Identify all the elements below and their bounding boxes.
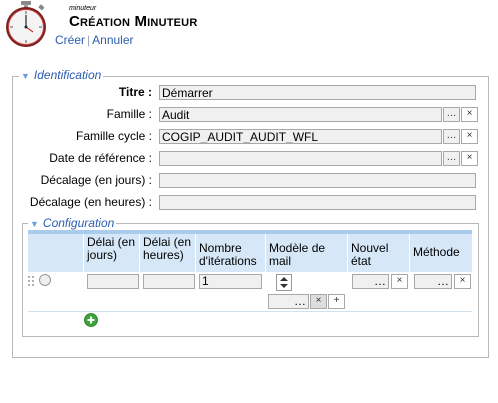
- date-reference-input[interactable]: [159, 151, 442, 166]
- page-subtitle: minuteur: [69, 5, 97, 12]
- column-header-methode: Méthode: [410, 234, 472, 272]
- delai-jours-input[interactable]: [87, 274, 139, 289]
- delai-heures-input[interactable]: [143, 274, 195, 289]
- famille-cycle-clear-button[interactable]: ×: [461, 129, 478, 144]
- nouvel-etat-browse[interactable]: …: [352, 274, 389, 289]
- stepper-up-icon: [280, 277, 288, 281]
- nouvel-etat-clear-button[interactable]: ×: [391, 274, 408, 289]
- collapse-triangle-icon: ▼: [21, 71, 30, 81]
- configuration-legend[interactable]: ▼ Configuration: [28, 216, 117, 230]
- column-header-nb-iterations: Nombre d'itérations: [196, 234, 266, 272]
- date-reference-label: Date de référence :: [49, 151, 152, 165]
- column-header-handle: [28, 234, 84, 272]
- identification-legend[interactable]: ▼ Identification: [19, 68, 104, 82]
- nb-iterations-input[interactable]: 1: [199, 274, 262, 289]
- date-reference-clear-button[interactable]: ×: [461, 151, 478, 166]
- modele-mail-add-button[interactable]: +: [328, 294, 345, 309]
- methode-browse[interactable]: …: [414, 274, 452, 289]
- famille-clear-button[interactable]: ×: [461, 107, 478, 122]
- famille-input[interactable]: Audit: [159, 107, 442, 122]
- add-row-icon[interactable]: [84, 313, 98, 327]
- collapse-triangle-icon: ▼: [30, 219, 39, 229]
- row-separator: [28, 311, 472, 312]
- create-link[interactable]: Créer: [55, 33, 85, 47]
- titre-input[interactable]: Démarrer: [159, 85, 476, 100]
- stepper-down-icon: [280, 284, 288, 288]
- decalage-heures-label: Décalage (en heures) :: [29, 195, 152, 209]
- date-reference-browse-button[interactable]: …: [443, 151, 460, 166]
- modele-mail-browse[interactable]: …: [268, 294, 309, 309]
- famille-cycle-input[interactable]: COGIP_AUDIT_AUDIT_WFL: [159, 129, 442, 144]
- famille-cycle-browse-button[interactable]: …: [443, 129, 460, 144]
- column-header-delai-heures: Délai (en heures): [140, 234, 196, 272]
- famille-cycle-label: Famille cycle :: [75, 129, 152, 143]
- titre-label: Titre :: [118, 85, 152, 99]
- column-header-nouvel-etat: Nouvel état: [348, 234, 410, 272]
- config-table-header: Délai (en jours) Délai (en heures) Nombr…: [28, 230, 472, 272]
- decalage-jours-label: Décalage (en jours) :: [40, 173, 152, 187]
- cancel-link[interactable]: Annuler: [92, 33, 133, 47]
- modele-mail-stepper[interactable]: [276, 274, 292, 291]
- famille-label: Famille :: [106, 107, 152, 121]
- row-radio[interactable]: [39, 274, 51, 286]
- page-title: Création Minuteur: [69, 13, 198, 30]
- famille-browse-button[interactable]: …: [443, 107, 460, 122]
- column-header-delai-jours: Délai (en jours): [84, 234, 140, 272]
- action-links: Créer | Annuler: [55, 33, 134, 47]
- column-header-modele-mail: Modèle de mail: [266, 234, 348, 272]
- modele-mail-clear-button[interactable]: ×: [310, 294, 327, 309]
- drag-handle-icon[interactable]: [26, 274, 36, 290]
- decalage-heures-input[interactable]: [159, 195, 476, 210]
- methode-clear-button[interactable]: ×: [454, 274, 471, 289]
- decalage-jours-input[interactable]: [159, 173, 476, 188]
- stopwatch-logo-icon: [6, 1, 46, 47]
